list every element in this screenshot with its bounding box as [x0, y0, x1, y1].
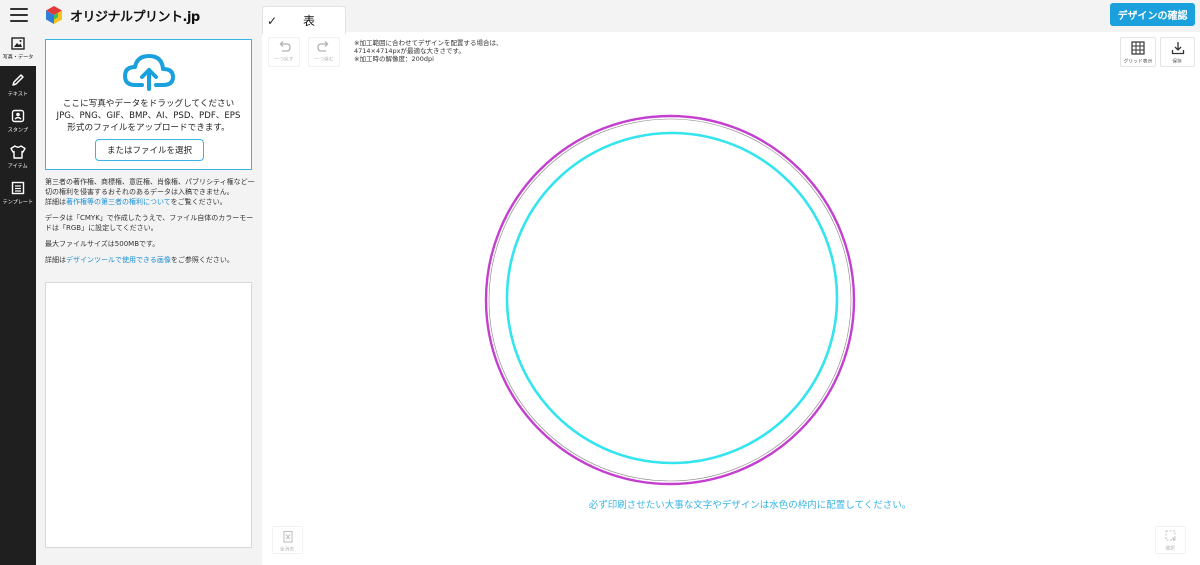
cloud-upload-icon: [123, 54, 175, 91]
note-max-size: 最大ファイルサイズは500MBです。: [45, 240, 160, 248]
print-area-svg: [484, 114, 856, 486]
cube-logo-icon: [46, 6, 62, 24]
trash-icon: [282, 530, 293, 543]
select-button[interactable]: 選択: [1155, 526, 1186, 554]
rail-item-text[interactable]: テキスト: [0, 68, 36, 102]
top-header: オリジナルプリント.jp ✓ 表 デザインの確認: [0, 0, 1200, 34]
file-dropzone[interactable]: ここに写真やデータをドラッグしてください JPG、PNG、GIF、BMP、AI、…: [45, 39, 252, 170]
upload-notes: 第三者の著作権、商標権、意匠権、肖像権、パブリシティ権など一切の権利を侵害するお…: [45, 177, 255, 271]
left-rail: 写真・データ テキスト スタンプ アイテム テンプレート: [0, 32, 36, 565]
note-detail-suffix: をご覧ください。: [170, 198, 227, 206]
tshirt-icon: [10, 145, 26, 159]
rail-label-photo-data: 写真・データ: [2, 54, 34, 61]
uploaded-images-list[interactable]: [45, 282, 252, 548]
brand-text: オリジナルプリント.jp: [70, 9, 200, 25]
upload-panel: ここに写真やデータをドラッグしてください JPG、PNG、GIF、BMP、AI、…: [36, 32, 262, 565]
select-area-icon: [1165, 530, 1176, 542]
image-icon: [11, 37, 25, 50]
rail-label-template: テンプレート: [2, 199, 34, 206]
design-canvas[interactable]: 一つ戻す 一つ進む ※加工範囲に合わせてデザインを配置する場合は、 4714×4…: [262, 32, 1200, 565]
safe-area-ring: [505, 131, 839, 465]
dropzone-line-3: 形式のファイルをアップロードできます。: [67, 123, 230, 133]
rights-link[interactable]: 著作権等の第三者の権利について: [66, 198, 171, 206]
select-label: 選択: [1165, 545, 1176, 552]
note-images-prefix: 詳細は: [45, 256, 66, 264]
dropzone-instructions: ここに写真やデータをドラッグしてください JPG、PNG、GIF、BMP、AI、…: [46, 98, 251, 134]
note-detail-prefix: 詳細は: [45, 198, 66, 206]
checkmark-icon: ✓: [267, 13, 278, 28]
outer-cut-ring: [484, 114, 856, 486]
rail-label-item: アイテム: [8, 163, 28, 170]
tab-front-label: 表: [303, 14, 316, 28]
rail-item-item[interactable]: アイテム: [0, 140, 36, 174]
note-rights: 第三者の著作権、商標権、意匠権、肖像権、パブリシティ権など一切の権利を侵害するお…: [45, 177, 255, 207]
tab-front-side[interactable]: ✓ 表: [262, 6, 346, 34]
stamp-icon: [11, 109, 25, 123]
delete-all-label: 全消去: [280, 546, 295, 553]
note-images: 詳細はデザインツールで使用できる画像をご参照ください。: [45, 255, 255, 265]
rail-item-photo-data[interactable]: 写真・データ: [0, 32, 36, 66]
confirm-design-button[interactable]: デザインの確認: [1110, 3, 1195, 26]
usable-images-link[interactable]: デザインツールで使用できる画像: [66, 256, 171, 264]
note-cmyk: データは「CMYK」で作成したうえで、ファイル自体のカラーモードは「RGB」に設…: [45, 214, 254, 232]
rail-item-template[interactable]: テンプレート: [0, 176, 36, 210]
app-root: オリジナルプリント.jp ✓ 表 デザインの確認 写真・データ テキスト スタン…: [0, 0, 1200, 565]
note-images-suffix: をご参照ください。: [170, 256, 234, 264]
rail-label-stamp: スタンプ: [7, 127, 29, 134]
menu-icon[interactable]: [10, 8, 28, 22]
brand-logo[interactable]: オリジナルプリント.jp: [44, 4, 200, 26]
choose-file-button[interactable]: またはファイルを選択: [95, 139, 204, 161]
note-rights-text: 第三者の著作権、商標権、意匠権、肖像権、パブリシティ権など一切の権利を侵害するお…: [45, 178, 255, 196]
list-icon: [11, 181, 25, 195]
outer-cut-ring-shadow: [488, 118, 852, 482]
rail-item-stamp[interactable]: スタンプ: [0, 104, 36, 138]
delete-all-button[interactable]: 全消去: [272, 526, 303, 554]
safe-area-warning: 必ず印刷させたい大事な文字やデザインは水色の枠内に配置してください。: [588, 500, 912, 511]
dropzone-line-2: JPG、PNG、GIF、BMP、AI、PSD、PDF、EPS: [56, 111, 241, 121]
rail-label-text: テキスト: [7, 91, 29, 98]
pencil-icon: [12, 74, 24, 86]
dropzone-line-1: ここに写真やデータをドラッグしてください: [62, 99, 235, 109]
